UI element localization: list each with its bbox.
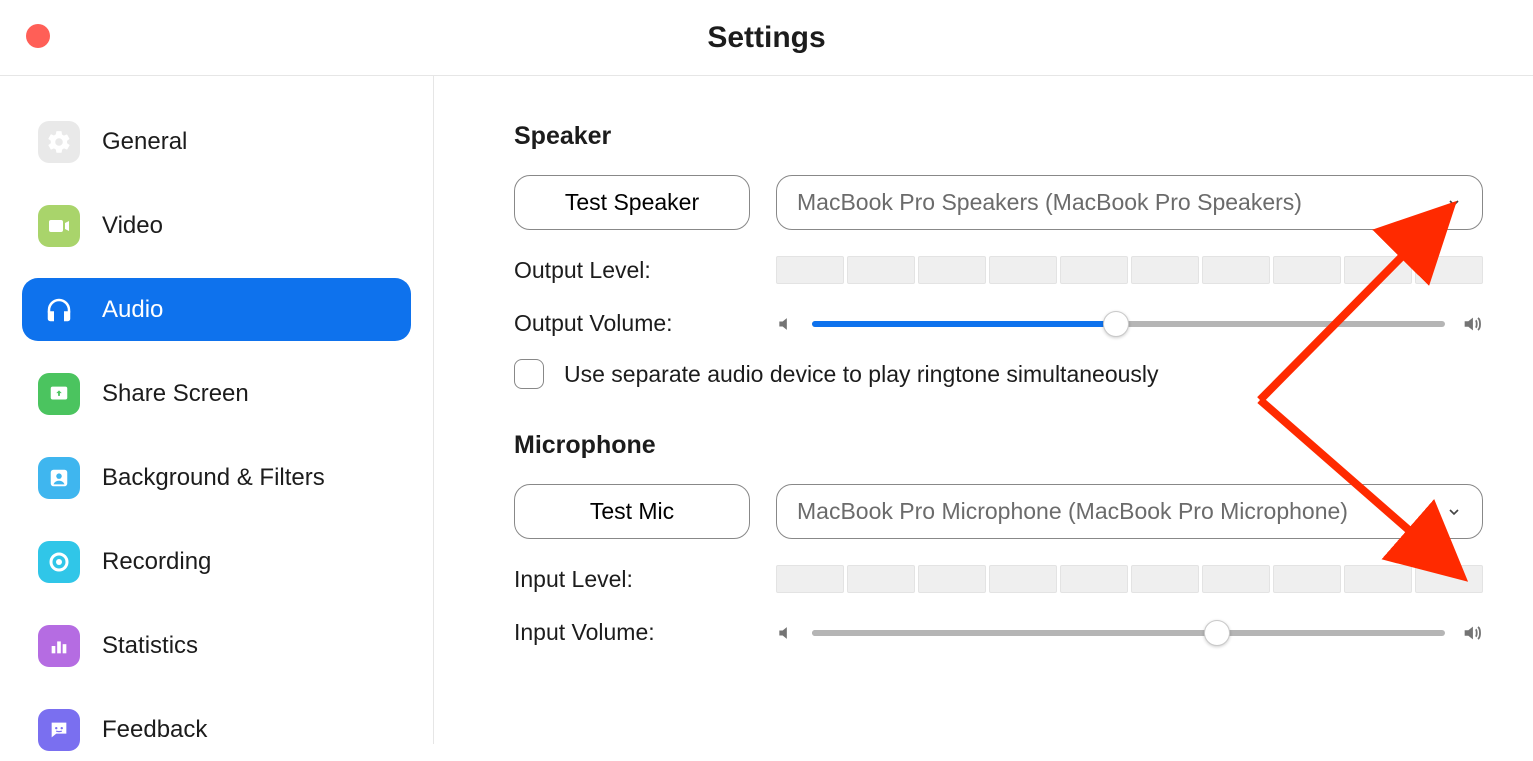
chevron-down-icon [1446,504,1462,520]
sidebar-item-video[interactable]: Video [22,194,411,257]
sidebar-item-background-filters[interactable]: Background & Filters [22,446,411,509]
feedback-icon [38,709,80,751]
speaker-device-dropdown[interactable]: MacBook Pro Speakers (MacBook Pro Speake… [776,175,1483,230]
video-icon [38,205,80,247]
microphone-section-title: Microphone [514,431,1483,460]
sidebar-item-statistics[interactable]: Statistics [22,614,411,677]
speaker-low-icon [776,314,796,334]
sidebar-item-general[interactable]: General [22,110,411,173]
titlebar: Settings [0,0,1533,76]
sidebar-item-recording[interactable]: Recording [22,530,411,593]
sidebar-item-label: Feedback [102,716,207,744]
sidebar-item-label: General [102,128,187,156]
speaker-high-icon [1461,313,1483,335]
input-level-meter [776,565,1483,593]
output-level-meter [776,256,1483,284]
sidebar-item-label: Background & Filters [102,464,325,492]
sidebar-item-label: Share Screen [102,380,249,408]
sidebar-item-label: Statistics [102,632,198,660]
input-volume-label: Input Volume: [514,619,776,646]
separate-ringtone-label: Use separate audio device to play ringto… [564,361,1159,388]
sidebar-item-audio[interactable]: Audio [22,278,411,341]
sidebar: General Video Audio Share Screen Backgro [0,76,434,744]
share-screen-icon [38,373,80,415]
sidebar-item-label: Video [102,212,163,240]
output-level-label: Output Level: [514,257,776,284]
separate-ringtone-checkbox[interactable] [514,359,544,389]
speaker-high-icon [1461,622,1483,644]
main-panel: Speaker Test Speaker MacBook Pro Speaker… [434,76,1533,744]
speaker-low-icon [776,623,796,643]
sidebar-item-feedback[interactable]: Feedback [22,698,411,761]
person-icon [38,457,80,499]
output-volume-slider[interactable] [812,311,1445,337]
sidebar-item-label: Audio [102,296,163,324]
chevron-down-icon [1446,195,1462,211]
input-level-label: Input Level: [514,566,776,593]
record-icon [38,541,80,583]
sidebar-item-label: Recording [102,548,211,576]
window-title: Settings [707,21,825,55]
gear-icon [38,121,80,163]
headphones-icon [38,289,80,331]
sidebar-item-share-screen[interactable]: Share Screen [22,362,411,425]
output-volume-label: Output Volume: [514,310,776,337]
speaker-section-title: Speaker [514,122,1483,151]
speaker-device-value: MacBook Pro Speakers (MacBook Pro Speake… [797,189,1302,216]
close-window-button[interactable] [26,24,50,48]
stats-icon [38,625,80,667]
test-speaker-button[interactable]: Test Speaker [514,175,750,230]
microphone-device-dropdown[interactable]: MacBook Pro Microphone (MacBook Pro Micr… [776,484,1483,539]
test-mic-button[interactable]: Test Mic [514,484,750,539]
microphone-device-value: MacBook Pro Microphone (MacBook Pro Micr… [797,498,1348,525]
input-volume-slider[interactable] [812,620,1445,646]
